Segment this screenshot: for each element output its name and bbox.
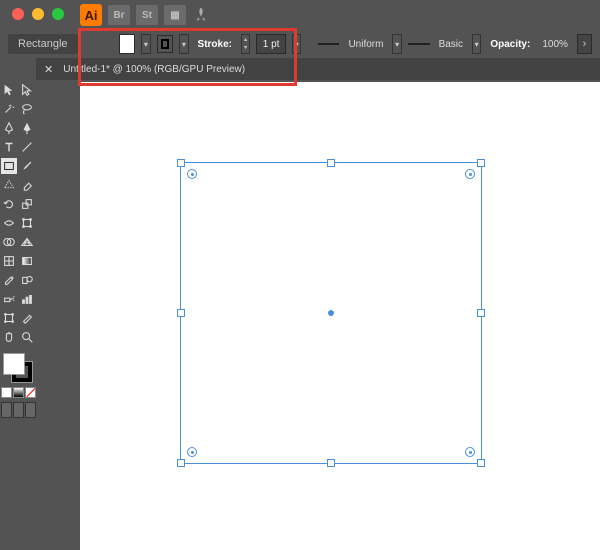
hand-tool[interactable]	[1, 329, 17, 345]
tool-panel	[0, 58, 36, 550]
corner-radius-handle[interactable]	[465, 447, 475, 457]
pen-tool[interactable]	[1, 120, 17, 136]
more-options-button[interactable]: ›	[577, 34, 592, 54]
brush-dropdown[interactable]: ▾	[472, 34, 481, 54]
gradient-swatch-icon[interactable]	[13, 387, 24, 398]
resize-handle[interactable]	[177, 459, 185, 467]
direct-selection-tool[interactable]	[19, 82, 35, 98]
curvature-tool[interactable]	[19, 120, 35, 136]
artboard[interactable]	[80, 82, 600, 550]
draw-normal-button[interactable]	[1, 402, 12, 418]
menu-button-arrange[interactable]: ▦	[164, 5, 186, 25]
window-buttons	[12, 8, 64, 20]
app-menu-strip: Ai Br St ▦	[80, 4, 210, 26]
stroke-color-swatch[interactable]	[157, 35, 174, 53]
shape-label: Rectangle	[8, 34, 78, 54]
gradient-tool[interactable]	[19, 253, 35, 269]
menu-button-bridge[interactable]: Br	[108, 5, 130, 25]
profile-dropdown[interactable]: ▾	[392, 34, 401, 54]
opacity-value[interactable]: 100%	[542, 39, 568, 50]
draw-behind-button[interactable]	[13, 402, 24, 418]
stroke-dropdown[interactable]: ▾	[179, 34, 188, 54]
resize-handle[interactable]	[477, 309, 485, 317]
zoom-tool[interactable]	[19, 329, 35, 345]
close-window-button[interactable]	[12, 8, 24, 20]
magic-wand-tool[interactable]	[1, 101, 17, 117]
symbol-sprayer-tool[interactable]	[1, 291, 17, 307]
shaper-tool[interactable]	[1, 177, 17, 193]
lasso-tool[interactable]	[19, 101, 35, 117]
opacity-label: Opacity:	[490, 39, 530, 50]
eraser-tool[interactable]	[19, 177, 35, 193]
search-icon[interactable]	[192, 6, 210, 24]
selected-rectangle[interactable]	[180, 162, 482, 464]
shape-builder-tool[interactable]	[1, 234, 17, 250]
stroke-label: Stroke:	[198, 39, 232, 50]
scale-tool[interactable]	[19, 196, 35, 212]
resize-handle[interactable]	[327, 159, 335, 167]
paintbrush-tool[interactable]	[19, 158, 35, 174]
free-transform-tool[interactable]	[19, 215, 35, 231]
stroke-weight-field[interactable]: 1 pt	[256, 34, 286, 54]
center-point-icon	[328, 310, 334, 316]
blend-tool[interactable]	[19, 272, 35, 288]
rotate-tool[interactable]	[1, 196, 17, 212]
none-swatch-icon[interactable]	[25, 387, 36, 398]
close-tab-button[interactable]: ✕	[44, 63, 53, 76]
color-mode-swatches	[0, 387, 36, 398]
app-logo: Ai	[80, 4, 102, 26]
corner-radius-handle[interactable]	[187, 447, 197, 457]
document-tab-title[interactable]: Untitled-1* @ 100% (RGB/GPU Preview)	[63, 64, 245, 75]
document-tab-bar: ✕ Untitled-1* @ 100% (RGB/GPU Preview)	[36, 58, 600, 80]
profile-preview-icon	[318, 43, 340, 45]
menu-button-stock[interactable]: St	[136, 5, 158, 25]
type-tool[interactable]	[1, 139, 17, 155]
draw-inside-button[interactable]	[25, 402, 36, 418]
resize-handle[interactable]	[177, 159, 185, 167]
fill-square[interactable]	[3, 353, 25, 375]
minimize-window-button[interactable]	[32, 8, 44, 20]
control-bar: Rectangle ▾ ▾ Stroke: ▴▾ 1 pt ▾ Uniform …	[0, 30, 600, 58]
mesh-tool[interactable]	[1, 253, 17, 269]
rectangle-tool[interactable]	[1, 158, 17, 174]
draw-mode-buttons	[0, 402, 36, 418]
color-swatch-icon[interactable]	[1, 387, 12, 398]
corner-radius-handle[interactable]	[465, 169, 475, 179]
brush-label: Basic	[439, 39, 463, 50]
selection-tool[interactable]	[1, 82, 17, 98]
fill-color-swatch[interactable]	[119, 34, 136, 54]
resize-handle[interactable]	[327, 459, 335, 467]
resize-handle[interactable]	[477, 459, 485, 467]
width-tool[interactable]	[1, 215, 17, 231]
corner-radius-handle[interactable]	[187, 169, 197, 179]
perspective-grid-tool[interactable]	[19, 234, 35, 250]
resize-handle[interactable]	[177, 309, 185, 317]
brush-preview-icon	[408, 43, 430, 45]
resize-handle[interactable]	[477, 159, 485, 167]
maximize-window-button[interactable]	[52, 8, 64, 20]
column-graph-tool[interactable]	[19, 291, 35, 307]
profile-label: Uniform	[348, 39, 383, 50]
line-tool[interactable]	[19, 139, 35, 155]
slice-tool[interactable]	[19, 310, 35, 326]
artboard-tool[interactable]	[1, 310, 17, 326]
stroke-weight-dropdown[interactable]: ▾	[292, 34, 301, 54]
eyedropper-tool[interactable]	[1, 272, 17, 288]
fill-dropdown[interactable]: ▾	[141, 34, 150, 54]
fill-stroke-indicator[interactable]	[3, 353, 33, 383]
stroke-weight-stepper[interactable]: ▴▾	[241, 34, 250, 54]
